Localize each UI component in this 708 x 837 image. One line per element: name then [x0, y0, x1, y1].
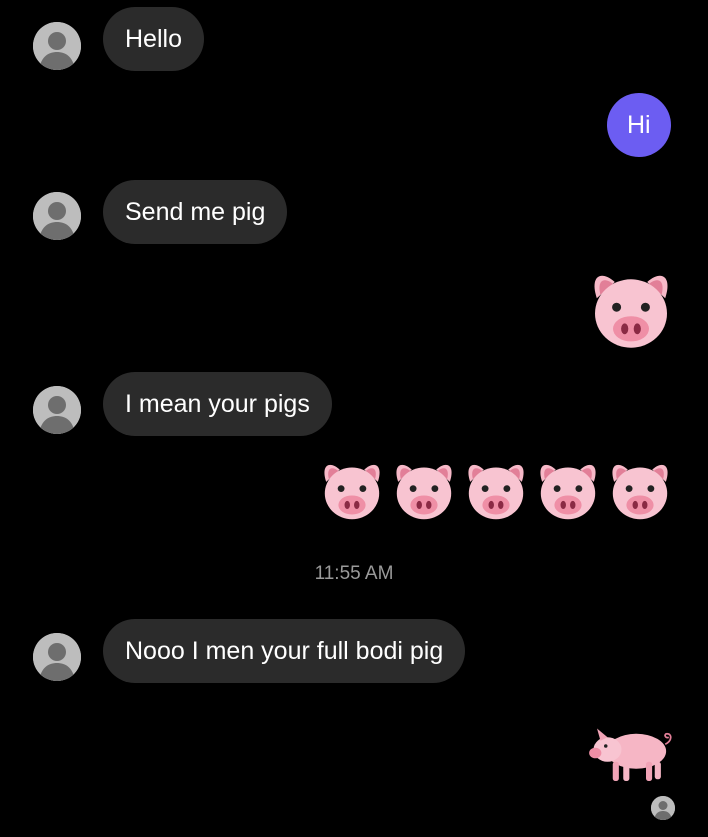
sender-avatar-icon[interactable] [33, 192, 81, 240]
message-timestamp: 11:55 AM [314, 563, 394, 584]
sender-avatar-icon[interactable] [33, 633, 81, 681]
pig-emoji[interactable] [588, 718, 676, 788]
incoming-message-bubble[interactable]: I mean your pigs [103, 372, 332, 436]
outgoing-message-bubble[interactable]: Hi [607, 93, 671, 157]
pig-face-emoji[interactable] [586, 264, 676, 354]
read-receipt-avatar-icon [651, 796, 675, 820]
sender-avatar-icon[interactable] [33, 22, 81, 70]
pig-face-emoji[interactable] [534, 456, 602, 524]
pig-face-emoji[interactable] [606, 456, 674, 524]
incoming-message-bubble[interactable]: Nooo I men your full bodi pig [103, 619, 466, 683]
pig-face-emoji[interactable] [462, 456, 530, 524]
pig-face-emoji[interactable] [318, 456, 386, 524]
incoming-message-bubble[interactable]: Send me pig [103, 180, 288, 244]
pig-face-emoji[interactable] [390, 456, 458, 524]
sender-avatar-icon[interactable] [33, 386, 81, 434]
incoming-message-bubble[interactable]: Hello [103, 7, 204, 71]
